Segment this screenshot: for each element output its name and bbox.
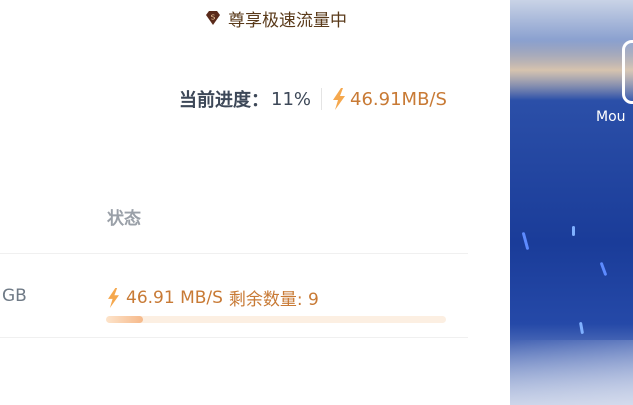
side-label: Mou <box>596 109 626 125</box>
wallpaper-streak <box>578 321 585 335</box>
side-wallpaper: Mou <box>510 0 633 405</box>
row-status: 46.91 MB/S 剩余数量: 9 <box>107 285 319 310</box>
vip-banner: S 尊享极速流量中 <box>204 6 347 31</box>
row-speed: 46.91 MB/S <box>126 287 223 308</box>
lightning-icon <box>108 287 119 308</box>
row-progress-fill <box>106 316 144 323</box>
header-divider <box>0 253 468 254</box>
speed-indicator: 46.91MB/S <box>332 88 447 110</box>
progress-value: 11% <box>271 88 312 110</box>
status-column-header: 状态 <box>107 209 141 229</box>
wallpaper-streak <box>572 226 575 236</box>
divider <box>321 88 323 110</box>
lightning-icon <box>333 88 346 110</box>
wallpaper-bottom <box>510 340 633 405</box>
speed-value: 46.91MB/S <box>350 88 447 110</box>
download-panel: S 尊享极速流量中 当前进度： 11% 46.91MB/S 状态 GB 46.9… <box>0 0 510 405</box>
wallpaper-glow <box>510 40 633 100</box>
size-cell: GB <box>2 286 27 306</box>
vip-diamond-icon: S <box>206 11 220 25</box>
vip-banner-text: 尊享极速流量中 <box>228 10 347 31</box>
row-divider <box>0 337 468 338</box>
wallpaper-streak <box>521 231 530 251</box>
row-remaining: 剩余数量: 9 <box>228 290 319 310</box>
wallpaper-streak <box>599 261 608 277</box>
progress-label: 当前进度： <box>179 90 269 111</box>
row-progress-bar <box>106 316 446 323</box>
progress-summary: 当前进度： 11% 46.91MB/S <box>179 86 447 112</box>
side-card[interactable] <box>622 40 633 104</box>
vip-badge-letter: S <box>211 14 216 22</box>
